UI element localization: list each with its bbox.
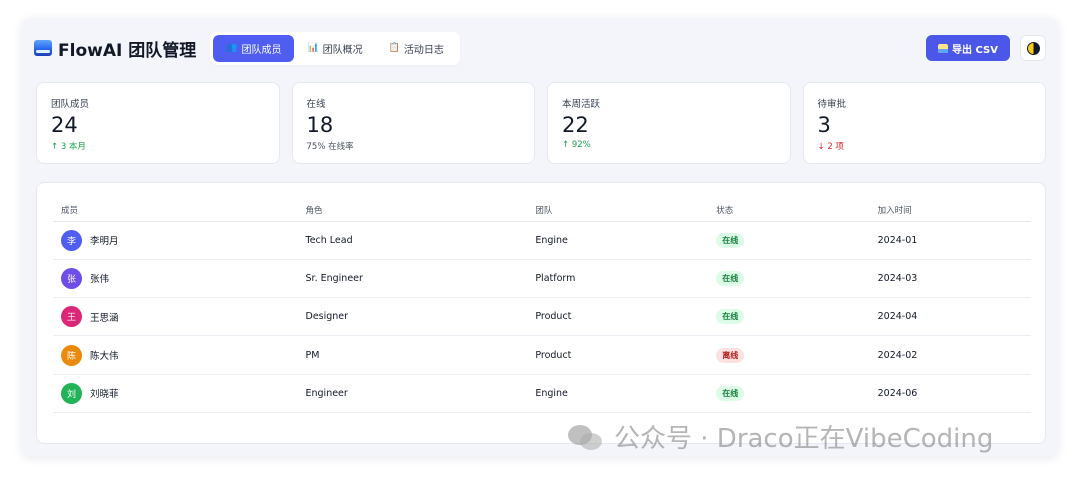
tab-overview[interactable]: 📊 团队概况 [294, 35, 375, 62]
stat-value: 18 [306, 113, 334, 137]
export-csv-label: 导出 CSV [952, 44, 998, 56]
tab-activity-log-label: 活动日志 [403, 44, 444, 56]
cell-joined: 2024-06 [869, 374, 1031, 413]
stat-value: 22 [562, 113, 589, 137]
cell-role: Sr. Engineer [297, 259, 528, 299]
export-csv-button[interactable]: 导出 CSV [926, 35, 1010, 61]
cell-joined: 2024-04 [869, 297, 1031, 337]
cell-status: 在线 [708, 297, 870, 337]
app-title: FlowAI 团队管理 [34, 36, 196, 61]
clipboard-icon: 📋 [388, 43, 400, 53]
stat-card-online: 在线 18 75% 在线率 [291, 82, 535, 164]
cell-status: 在线 [708, 374, 870, 413]
status-badge: 在线 [716, 309, 745, 325]
column-header-member[interactable]: 成员 [53, 199, 298, 222]
member-name: 陈大伟 [90, 351, 119, 363]
stat-card-members: 团队成员 24 ↑ 3 本月 [36, 82, 280, 164]
status-badge: 在线 [716, 232, 745, 248]
cell-team: Platform [527, 259, 709, 299]
column-header-status[interactable]: 状态 [708, 199, 870, 222]
stat-trend: ↑ 92% [562, 140, 591, 150]
stat-label: 待审批 [817, 99, 847, 110]
avatar: 陈 [61, 344, 82, 366]
avatar: 李 [61, 229, 82, 251]
wave-logo-icon [34, 40, 52, 56]
table-row[interactable]: 刘刘晓菲 Engineer Engine 在线 2024-06 [53, 374, 1031, 413]
members-table: 成员 角色 团队 状态 加入时间 李李明月 Tech Lead Engine 在线 20… [53, 199, 1031, 413]
table-body: 李李明月 Tech Lead Engine 在线 2024-01 张张伟 Sr. Engin… [53, 221, 1031, 413]
member-name: 张伟 [90, 274, 110, 286]
cell-team: Product [527, 297, 709, 337]
cell-team: Engine [527, 374, 709, 413]
column-header-role[interactable]: 角色 [297, 199, 528, 222]
cell-role: PM [297, 335, 528, 375]
table-row[interactable]: 李李明月 Tech Lead Engine 在线 2024-01 [53, 221, 1031, 260]
stat-trend: ↓ 2 项 [817, 142, 844, 152]
tab-overview-label: 团队概况 [322, 44, 363, 56]
member-name: 王思涵 [90, 312, 119, 324]
cell-role: Engineer [297, 374, 528, 413]
status-badge: 在线 [716, 385, 745, 401]
watermark-text: 公众号 · Draco正在VibeCoding [614, 424, 994, 454]
stat-value: 24 [51, 113, 78, 137]
member-cell: 王王思涵 [61, 306, 298, 328]
cell-member: 陈陈大伟 [53, 335, 298, 375]
app-title-text: FlowAI 团队管理 [58, 40, 197, 61]
cell-role: Designer [297, 297, 528, 337]
member-cell: 李李明月 [61, 229, 298, 251]
stat-trend: 75% 在线率 [306, 142, 354, 152]
member-cell: 刘刘晓菲 [61, 382, 298, 404]
app-window: FlowAI 团队管理 👥 团队成员 📊 团队概况 📋 活动日志 导出 CSV [22, 18, 1058, 456]
member-cell: 陈陈大伟 [61, 344, 298, 366]
cell-team: Product [527, 335, 709, 375]
tab-members-label: 团队成员 [241, 44, 282, 56]
cell-joined: 2024-01 [869, 221, 1031, 260]
tab-members[interactable]: 👥 团队成员 [213, 34, 295, 62]
members-table-card: 成员 角色 团队 状态 加入时间 李李明月 Tech Lead Engine 在线 20… [36, 182, 1046, 444]
status-badge: 在线 [716, 270, 745, 286]
stat-label: 在线 [306, 99, 326, 110]
tab-bar: 👥 团队成员 📊 团队概况 📋 活动日志 [210, 31, 460, 65]
watermark: 公众号 · Draco正在VibeCoding [568, 418, 993, 455]
table-row[interactable]: 陈陈大伟 PM Product 离线 2024-02 [53, 335, 1031, 375]
cell-member: 王王思涵 [53, 297, 298, 337]
stat-label: 本周活跃 [562, 99, 601, 110]
table-row[interactable]: 张张伟 Sr. Engineer Platform 在线 2024-03 [53, 259, 1031, 299]
people-icon: 👥 [226, 43, 238, 53]
avatar: 王 [61, 306, 82, 328]
wechat-icon [568, 423, 604, 451]
cell-status: 在线 [708, 259, 870, 299]
theme-toggle-button[interactable] [1020, 35, 1046, 61]
member-name: 刘晓菲 [90, 389, 119, 401]
avatar: 张 [61, 267, 82, 289]
cell-member: 李李明月 [53, 221, 298, 260]
table-row[interactable]: 王王思涵 Designer Product 在线 2024-04 [53, 297, 1031, 337]
cell-joined: 2024-02 [869, 335, 1031, 375]
cell-status: 在线 [708, 221, 870, 260]
inbox-tray-icon [938, 43, 949, 53]
cell-role: Tech Lead [297, 221, 528, 260]
stats-row: 团队成员 24 ↑ 3 本月 在线 18 75% 在线率 本周活跃 22 ↑ 9… [36, 82, 1046, 164]
table-header-row: 成员 角色 团队 状态 加入时间 [53, 199, 1031, 222]
cell-member: 刘刘晓菲 [53, 374, 298, 413]
stat-card-pending: 待审批 3 ↓ 2 项 [802, 82, 1046, 164]
stat-card-weekly-active: 本周活跃 22 ↑ 92% [547, 82, 791, 164]
column-header-joined[interactable]: 加入时间 [869, 199, 1031, 222]
avatar: 刘 [61, 382, 82, 404]
stat-value: 3 [817, 113, 831, 137]
half-moon-icon [1026, 41, 1040, 55]
cell-team: Engine [527, 221, 709, 260]
bar-chart-icon: 📊 [307, 43, 319, 53]
member-name: 李明月 [90, 236, 119, 248]
header: FlowAI 团队管理 👥 团队成员 📊 团队概况 📋 活动日志 导出 CSV [34, 31, 1046, 65]
stat-trend: ↑ 3 本月 [51, 142, 86, 152]
stat-label: 团队成员 [51, 99, 90, 110]
status-badge: 离线 [716, 347, 745, 363]
cell-member: 张张伟 [53, 259, 298, 299]
cell-joined: 2024-03 [869, 259, 1031, 299]
column-header-team[interactable]: 团队 [527, 199, 709, 222]
cell-status: 离线 [708, 335, 870, 375]
member-cell: 张张伟 [61, 267, 298, 289]
tab-activity-log[interactable]: 📋 活动日志 [376, 35, 457, 62]
